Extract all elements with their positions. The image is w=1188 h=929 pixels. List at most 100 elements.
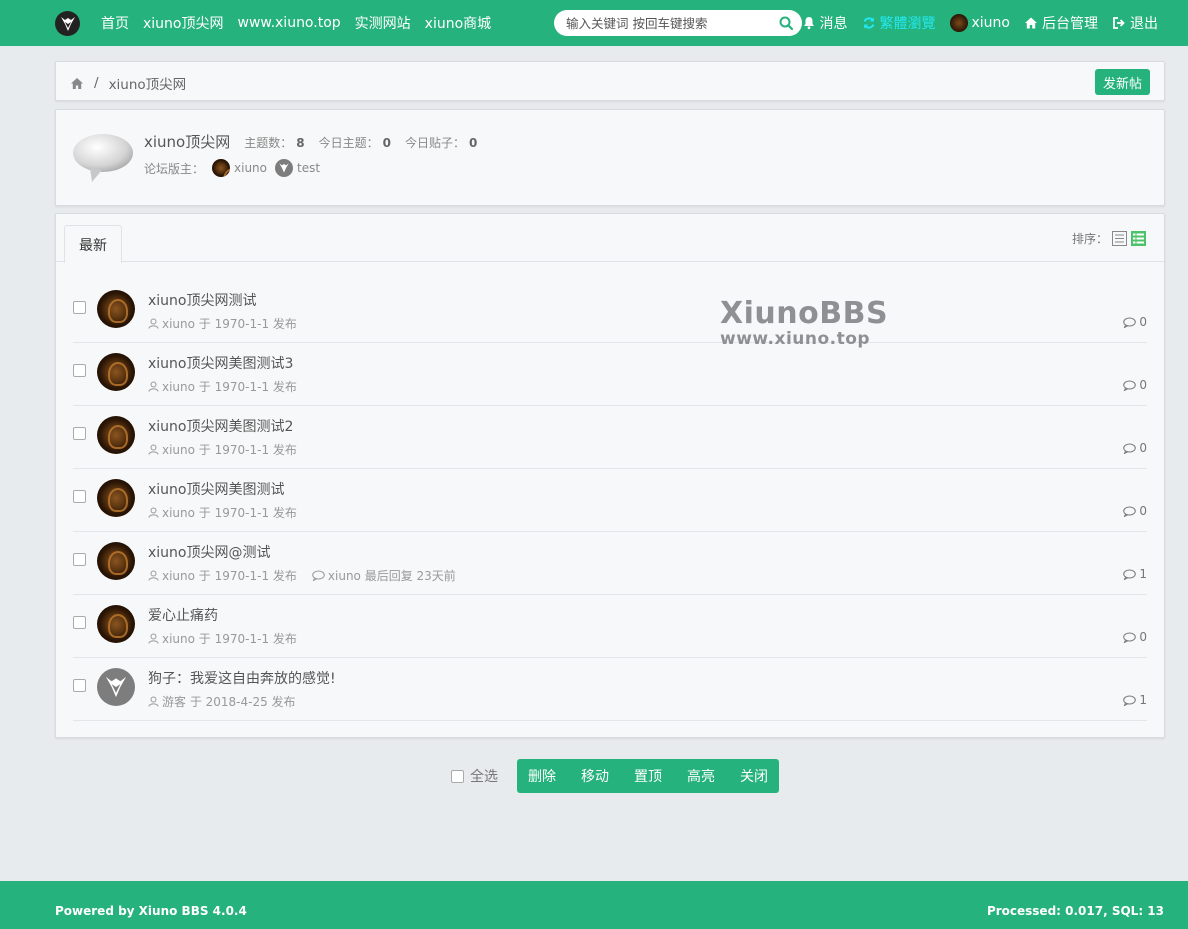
logout-label: 退出 — [1130, 16, 1158, 32]
thread-title[interactable]: 狗子：我爱这自由奔放的感觉! — [148, 668, 336, 688]
thread-checkbox[interactable] — [73, 616, 86, 629]
stat-today-threads: 今日主题： 0 — [319, 134, 391, 151]
stat-today-threads-value: 0 — [382, 136, 391, 150]
thread-last-reply-text: xiuno 最后回复 23天前 — [327, 569, 456, 583]
thread-author-avatar[interactable] — [97, 479, 135, 517]
comment-icon — [1123, 443, 1137, 454]
sticky-button[interactable]: 置顶 — [626, 766, 670, 786]
thread-meta-text: xiuno 于 1970-1-1 发布 — [162, 317, 297, 331]
user-link[interactable]: xiuno — [949, 14, 1011, 32]
thread-row[interactable]: xiuno顶尖网美图测试3 xiuno 于 1970-1-1 发布 0 — [73, 343, 1147, 406]
thread-title[interactable]: 爱心止痛药 — [148, 605, 218, 625]
thread-meta: xiuno 于 1970-1-1 发布 — [148, 378, 297, 395]
close-button[interactable]: 关闭 — [732, 766, 776, 786]
thread-checkbox[interactable] — [73, 301, 86, 314]
stat-today-threads-label: 今日主题： — [318, 136, 379, 150]
thread-checkbox[interactable] — [73, 679, 86, 692]
thread-checkbox[interactable] — [73, 364, 86, 377]
thread-reply-count: 0 — [1123, 504, 1147, 518]
thread-title[interactable]: xiuno顶尖网美图测试2 — [148, 416, 293, 436]
comment-icon — [1123, 380, 1137, 391]
thread-title[interactable]: xiuno顶尖网测试 — [148, 290, 257, 310]
home-icon[interactable] — [70, 77, 84, 90]
list-view-active-icon[interactable] — [1131, 231, 1146, 246]
thread-checkbox[interactable] — [73, 490, 86, 503]
thread-meta-text: xiuno 于 1970-1-1 发布 — [162, 506, 297, 520]
nav-link-shop[interactable]: xiuno商城 — [425, 13, 492, 33]
highlight-button[interactable]: 高亮 — [679, 766, 723, 786]
messages-link[interactable]: 消息 — [802, 13, 848, 33]
thread-row[interactable]: xiuno顶尖网@测试 xiuno 于 1970-1-1 发布 xiuno 最后回复… — [73, 532, 1147, 595]
thread-checkbox[interactable] — [73, 427, 86, 440]
thread-row[interactable]: xiuno顶尖网美图测试2 xiuno 于 1970-1-1 发布 0 — [73, 406, 1147, 469]
thread-meta: xiuno 于 1970-1-1 发布 — [148, 630, 297, 647]
thread-author-avatar[interactable] — [97, 668, 135, 706]
thread-meta: xiuno 于 1970-1-1 发布 xiuno 最后回复 23天前 — [148, 567, 456, 584]
moderator-name: xiuno — [234, 161, 268, 175]
home-icon — [1025, 17, 1037, 29]
thread-reply-count: 1 — [1123, 567, 1147, 581]
stat-today-posts: 今日贴子： 0 — [405, 134, 477, 151]
thread-title[interactable]: xiuno顶尖网美图测试3 — [148, 353, 293, 373]
thread-reply-count-value: 0 — [1139, 441, 1147, 455]
thread-row[interactable]: 爱心止痛药 xiuno 于 1970-1-1 发布 0 — [73, 595, 1147, 658]
stat-today-posts-value: 0 — [469, 136, 478, 150]
logo-icon[interactable] — [55, 11, 80, 36]
user-icon — [148, 507, 159, 518]
tab-latest[interactable]: 最新 — [64, 225, 122, 263]
forum-info-card: xiuno顶尖网 主题数： 8 今日主题： 0 今日贴子： 0 论坛版主： xiuno… — [55, 109, 1165, 206]
logout-link[interactable]: 退出 — [1112, 13, 1158, 33]
thread-reply-count: 1 — [1123, 693, 1147, 707]
thread-reply-count-value: 0 — [1139, 378, 1147, 392]
thread-row[interactable]: xiuno顶尖网美图测试 xiuno 于 1970-1-1 发布 0 — [73, 469, 1147, 532]
thread-author-avatar[interactable] — [97, 353, 135, 391]
select-all-checkbox[interactable] — [451, 769, 464, 783]
moderator-name: test — [297, 161, 321, 175]
nav-link-site[interactable]: www.xiuno.top — [238, 15, 341, 31]
messages-label: 消息 — [819, 16, 848, 32]
thread-reply-count-value: 0 — [1139, 630, 1147, 644]
username-label: xiuno — [971, 15, 1011, 31]
thread-checkbox[interactable] — [73, 553, 86, 566]
thread-row[interactable]: xiuno顶尖网测试 xiuno 于 1970-1-1 发布 0 — [73, 280, 1147, 343]
thread-title[interactable]: xiuno顶尖网@测试 — [148, 542, 271, 562]
admin-label: 后台管理 — [1042, 16, 1098, 32]
thread-meta: 游客 于 2018-4-25 发布 — [148, 693, 296, 710]
moderation-button-group: 删除 移动 置顶 高亮 关闭 — [517, 759, 779, 793]
thread-author-avatar[interactable] — [97, 605, 135, 643]
delete-button[interactable]: 删除 — [520, 766, 564, 786]
thread-reply-count-value: 1 — [1139, 693, 1147, 707]
thread-meta-text: xiuno 于 1970-1-1 发布 — [162, 380, 297, 394]
breadcrumb: / xiuno顶尖网 — [70, 73, 186, 93]
footer: Powered by Xiuno BBS 4.0.4 Processed: 0.… — [0, 881, 1188, 929]
watermark: XiunoBBS www.xiuno.top — [720, 296, 888, 349]
select-all[interactable]: 全选 — [451, 766, 498, 786]
breadcrumb-separator: / — [94, 75, 99, 91]
search-icon[interactable] — [778, 15, 794, 31]
thread-author-avatar[interactable] — [97, 542, 135, 580]
move-button[interactable]: 移动 — [573, 766, 617, 786]
nav-link-home[interactable]: 首页 — [101, 13, 129, 33]
stat-threads-label: 主题数： — [244, 136, 293, 150]
thread-meta-text: xiuno 于 1970-1-1 发布 — [162, 632, 297, 646]
admin-link[interactable]: 后台管理 — [1024, 13, 1098, 33]
sort-controls: 排序： — [1072, 230, 1146, 247]
moderator-link[interactable]: test — [275, 159, 320, 177]
breadcrumb-current[interactable]: xiuno顶尖网 — [109, 73, 187, 93]
top-navbar: 首页 xiuno顶尖网 www.xiuno.top 实测网站 xiuno商城 消… — [0, 0, 1188, 46]
thread-row[interactable]: 狗子：我爱这自由奔放的感觉! 游客 于 2018-4-25 发布 1 — [73, 658, 1147, 721]
list-view-icon[interactable] — [1112, 231, 1127, 246]
thread-author-avatar[interactable] — [97, 290, 135, 328]
new-thread-button[interactable]: 发新帖 — [1094, 69, 1150, 95]
thread-reply-count: 0 — [1123, 630, 1147, 644]
traditional-chinese-link[interactable]: 繁體瀏覽 — [862, 13, 936, 33]
comment-icon — [1123, 695, 1137, 706]
thread-title[interactable]: xiuno顶尖网美图测试 — [148, 479, 285, 499]
nav-link-forum[interactable]: xiuno顶尖网 — [143, 13, 224, 33]
thread-author-avatar[interactable] — [97, 416, 135, 454]
thread-list-card: 最新 排序： xiuno顶尖网测试 xiuno 于 1970-1-1 发布 0 xiu… — [55, 213, 1165, 738]
search-input[interactable] — [566, 13, 772, 33]
moderator-link[interactable]: xiuno — [212, 159, 267, 177]
nav-link-test-site[interactable]: 实测网站 — [355, 13, 411, 33]
forum-name: xiuno顶尖网 — [144, 133, 231, 151]
